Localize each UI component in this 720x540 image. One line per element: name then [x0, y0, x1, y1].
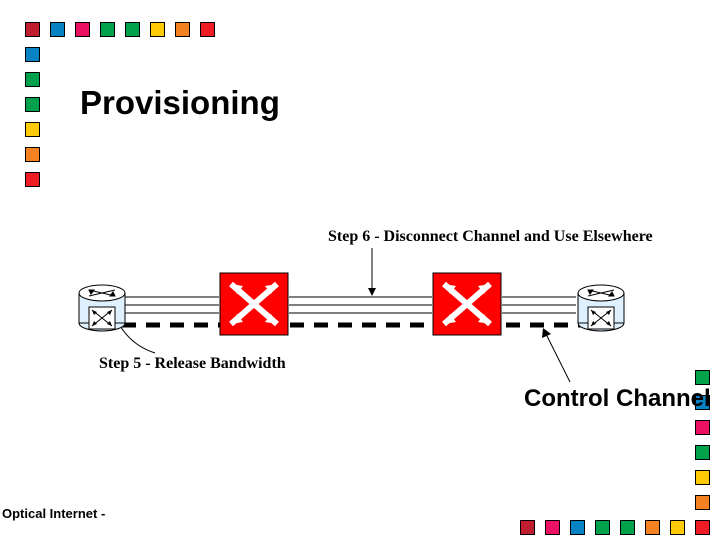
router-right-icon [576, 279, 626, 334]
oxc-left-icon [219, 272, 289, 336]
diagram-links [0, 0, 720, 540]
router-left-icon [77, 279, 127, 334]
oxc-right-icon [432, 272, 502, 336]
